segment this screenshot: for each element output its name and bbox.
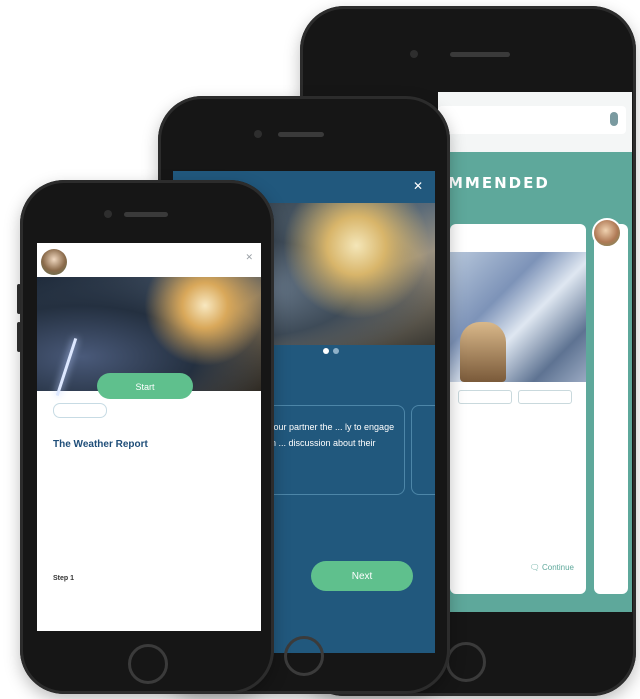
prompt-text: your partner the ... ly to engage in ...… [269,422,395,448]
front-camera [254,130,262,138]
next-button[interactable]: Next [311,561,413,591]
home-button [128,644,168,684]
carousel-dot-active[interactable] [323,348,329,354]
status-badge [53,403,107,418]
home-button [446,642,486,682]
start-button[interactable]: Start [97,373,193,399]
volume-down-button [17,322,21,352]
next-prompt-card[interactable] [411,405,435,495]
lesson-header: ✕ [37,243,261,277]
recommendation-card[interactable]: 🗨 Continue [450,224,586,594]
lesson-title: The Weather Report [53,439,148,450]
card-tags [458,390,578,409]
card-tag[interactable] [458,390,512,404]
search-bar-area [438,92,632,152]
chat-bubble-icon: 🗨 [529,563,540,572]
speaker-grille [450,52,510,57]
carousel-dots [323,341,343,359]
close-icon[interactable]: ✕ [413,179,423,193]
close-icon[interactable]: ✕ [245,252,253,263]
volume-up-button [17,284,21,314]
step-label: Step 1 [53,575,75,582]
card-image-person [460,322,506,382]
speaker-grille [278,132,324,137]
storm-image: Start [37,277,261,399]
speaker-grille [124,212,168,217]
home-button [284,636,324,676]
avatar [592,218,622,248]
phone-front: ✕ Start The Weather Report Step 1 [17,180,274,694]
front-camera [410,50,418,58]
continue-button[interactable]: 🗨 Continue [530,563,574,572]
recommended-screen: MMENDED 🗨 Continue [438,92,632,612]
next-recommendation-card[interactable] [594,224,628,594]
card-image [450,252,586,382]
card-tag[interactable] [518,390,572,404]
carousel-dot[interactable] [333,348,339,354]
lesson-screen: ✕ Start The Weather Report Step 1 [37,243,261,631]
avatar [41,249,67,275]
mic-icon[interactable] [610,112,618,126]
search-input[interactable] [438,106,626,134]
front-camera [104,210,112,218]
banner-title: MMENDED [448,174,550,192]
continue-label: Continue [541,563,574,572]
lightning-bolt [55,338,78,396]
